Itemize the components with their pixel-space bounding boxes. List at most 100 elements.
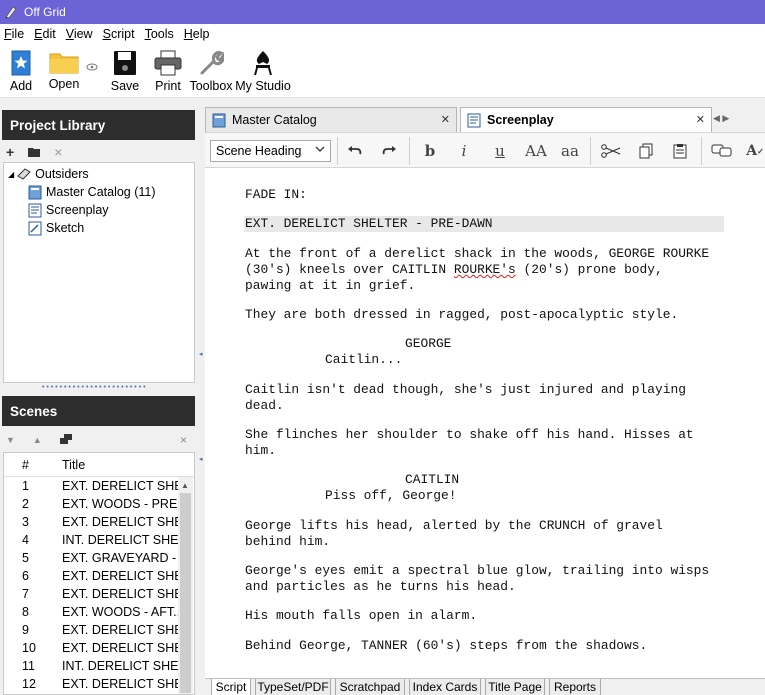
scroll-up-icon[interactable]: ▲ <box>181 481 189 490</box>
tab-screenplay[interactable]: Screenplay ✕ <box>460 107 712 132</box>
tab-typeset-pdf[interactable]: TypeSet/PDF <box>255 679 331 695</box>
screenplay-icon <box>28 203 42 218</box>
element-type-value: Scene Heading <box>216 144 302 158</box>
scene-title: EXT. DERELICT SHE... <box>62 587 178 601</box>
menu-edit[interactable]: Edit <box>29 27 61 41</box>
director-chair-icon <box>254 51 272 76</box>
table-row[interactable]: 6 EXT. DERELICT SHE... <box>4 567 194 585</box>
scene-number: 6 <box>22 569 29 583</box>
font-menu-button[interactable]: A ✓ <box>745 141 765 161</box>
script-editor[interactable]: FADE IN: EXT. DERELICT SHELTER - PRE-DAW… <box>205 168 765 678</box>
my-studio-button[interactable]: My Studio <box>234 44 292 93</box>
speech-bubbles-icon <box>711 144 732 157</box>
move-up-icon[interactable]: ▲ <box>33 435 42 445</box>
table-row[interactable]: 11 INT. DERELICT SHE... <box>4 657 194 675</box>
scenes-scrollbar[interactable]: ▲ <box>178 477 193 694</box>
sketch-icon <box>28 221 42 236</box>
open-button[interactable]: Open <box>42 44 86 91</box>
save-button[interactable]: Save <box>102 44 148 93</box>
scene-number: 12 <box>22 677 36 691</box>
underline-button[interactable]: u <box>490 141 510 161</box>
notes-button[interactable] <box>710 141 734 161</box>
paste-button[interactable] <box>670 141 690 161</box>
library-splitter-grip[interactable]: • • • • • • • • • • • • • • • • • • • • … <box>42 384 146 391</box>
tree-item-master-catalog[interactable]: Master Catalog (11) <box>28 183 156 201</box>
plus-icon[interactable]: + <box>6 144 14 160</box>
chevron-down-icon <box>315 144 325 157</box>
tab-title-page[interactable]: Title Page <box>485 679 545 695</box>
tab-scroll-arrows[interactable]: ◀ ▶ <box>713 113 729 124</box>
column-header-title[interactable]: Title <box>44 458 194 472</box>
scene-heading[interactable]: EXT. DERELICT SHELTER - PRE-DAWN <box>245 216 493 232</box>
column-header-number[interactable]: # <box>4 458 44 472</box>
menu-file[interactable]: File <box>0 27 29 41</box>
project-library-header: Project Library <box>2 110 195 140</box>
menu-help[interactable]: Help <box>179 27 215 41</box>
redo-button[interactable] <box>379 141 399 161</box>
tab-scratchpad[interactable]: Scratchpad <box>335 679 405 695</box>
table-row[interactable]: 12 EXT. DERELICT SHE... <box>4 675 194 693</box>
add-label: Add <box>9 79 33 93</box>
scene-title: EXT. WOODS - AFT... <box>62 605 178 619</box>
redo-icon <box>382 146 396 155</box>
italic-button[interactable]: i <box>454 141 474 161</box>
table-row[interactable]: 9 EXT. DERELICT SHE... <box>4 621 194 639</box>
printer-icon <box>154 50 182 76</box>
scene-title: EXT. DERELICT SHE... <box>62 677 178 691</box>
collapse-icon[interactable]: ◢ <box>8 170 14 179</box>
table-row[interactable]: 3 EXT. DERELICT SHE... <box>4 513 194 531</box>
table-row[interactable]: 8 EXT. WOODS - AFT... <box>4 603 194 621</box>
table-row[interactable]: 5 EXT. GRAVEYARD - ... <box>4 549 194 567</box>
scene-number: 2 <box>22 497 29 511</box>
menu-tools[interactable]: Tools <box>140 27 179 41</box>
scene-number: 9 <box>22 623 29 637</box>
save-label: Save <box>110 79 140 93</box>
action-line: (30's) kneels over CAITLIN ROURKE's (20'… <box>245 262 663 278</box>
close-icon[interactable]: ✕ <box>696 113 705 126</box>
library-actions: + × <box>2 142 195 162</box>
tree-item-screenplay[interactable]: Screenplay <box>28 201 109 219</box>
table-row[interactable]: 2 EXT. WOODS - PRE... <box>4 495 194 513</box>
left-splitter-grip-bottom: ◂ <box>199 456 203 463</box>
close-icon[interactable]: ✕ <box>441 113 450 126</box>
close-icon[interactable]: × <box>180 433 187 447</box>
misspelled-word[interactable]: ROURKE's <box>454 262 516 277</box>
move-down-icon[interactable]: ▼ <box>6 435 15 445</box>
add-button[interactable]: Add <box>0 44 42 93</box>
dialogue: Piss off, George! <box>325 488 457 503</box>
action-line: and particles as he turns his head. <box>245 579 516 594</box>
table-row[interactable]: 4 INT. DERELICT SHE... <box>4 531 194 549</box>
open-dropdown-icon[interactable] <box>86 44 102 74</box>
stack-icon[interactable] <box>59 433 72 447</box>
undo-button[interactable] <box>345 141 365 161</box>
menu-script[interactable]: Script <box>98 27 140 41</box>
tree-root-outsiders[interactable]: ◢ Outsiders <box>8 165 89 183</box>
print-button[interactable]: Print <box>148 44 188 93</box>
table-row[interactable]: 7 EXT. DERELICT SHE... <box>4 585 194 603</box>
toolbox-button[interactable]: Toolbox <box>188 44 234 93</box>
element-type-select[interactable]: Scene Heading <box>210 140 331 162</box>
bold-button[interactable]: b <box>420 141 440 161</box>
tree-item-sketch[interactable]: Sketch <box>28 219 84 237</box>
menu-view[interactable]: View <box>61 27 98 41</box>
cut-button[interactable] <box>600 141 622 161</box>
folder-icon[interactable] <box>28 144 41 160</box>
delete-icon[interactable]: × <box>54 144 62 160</box>
add-icon <box>11 50 31 76</box>
scrollbar-thumb[interactable] <box>180 493 191 693</box>
copy-button[interactable] <box>636 141 656 161</box>
editor-toolbar: Scene Heading b i u AA aa A ✓ <box>205 132 765 168</box>
wrench-icon <box>200 51 224 75</box>
uppercase-button[interactable]: AA <box>522 141 550 161</box>
tab-script[interactable]: Script <box>211 679 251 695</box>
tab-master-catalog[interactable]: Master Catalog ✕ <box>205 107 457 132</box>
action-line: pawing at it in grief. <box>245 278 416 293</box>
tab-index-cards[interactable]: Index Cards <box>409 679 481 695</box>
tab-reports[interactable]: Reports <box>549 679 601 695</box>
lowercase-button[interactable]: aa <box>559 141 581 161</box>
table-row[interactable]: 10 EXT. DERELICT SHE... <box>4 639 194 657</box>
table-row[interactable]: 1 EXT. DERELICT SHE... <box>4 477 194 495</box>
scene-number: 10 <box>22 641 36 655</box>
character-name: CAITLIN <box>405 472 460 487</box>
window-title: Off Grid <box>24 5 66 19</box>
